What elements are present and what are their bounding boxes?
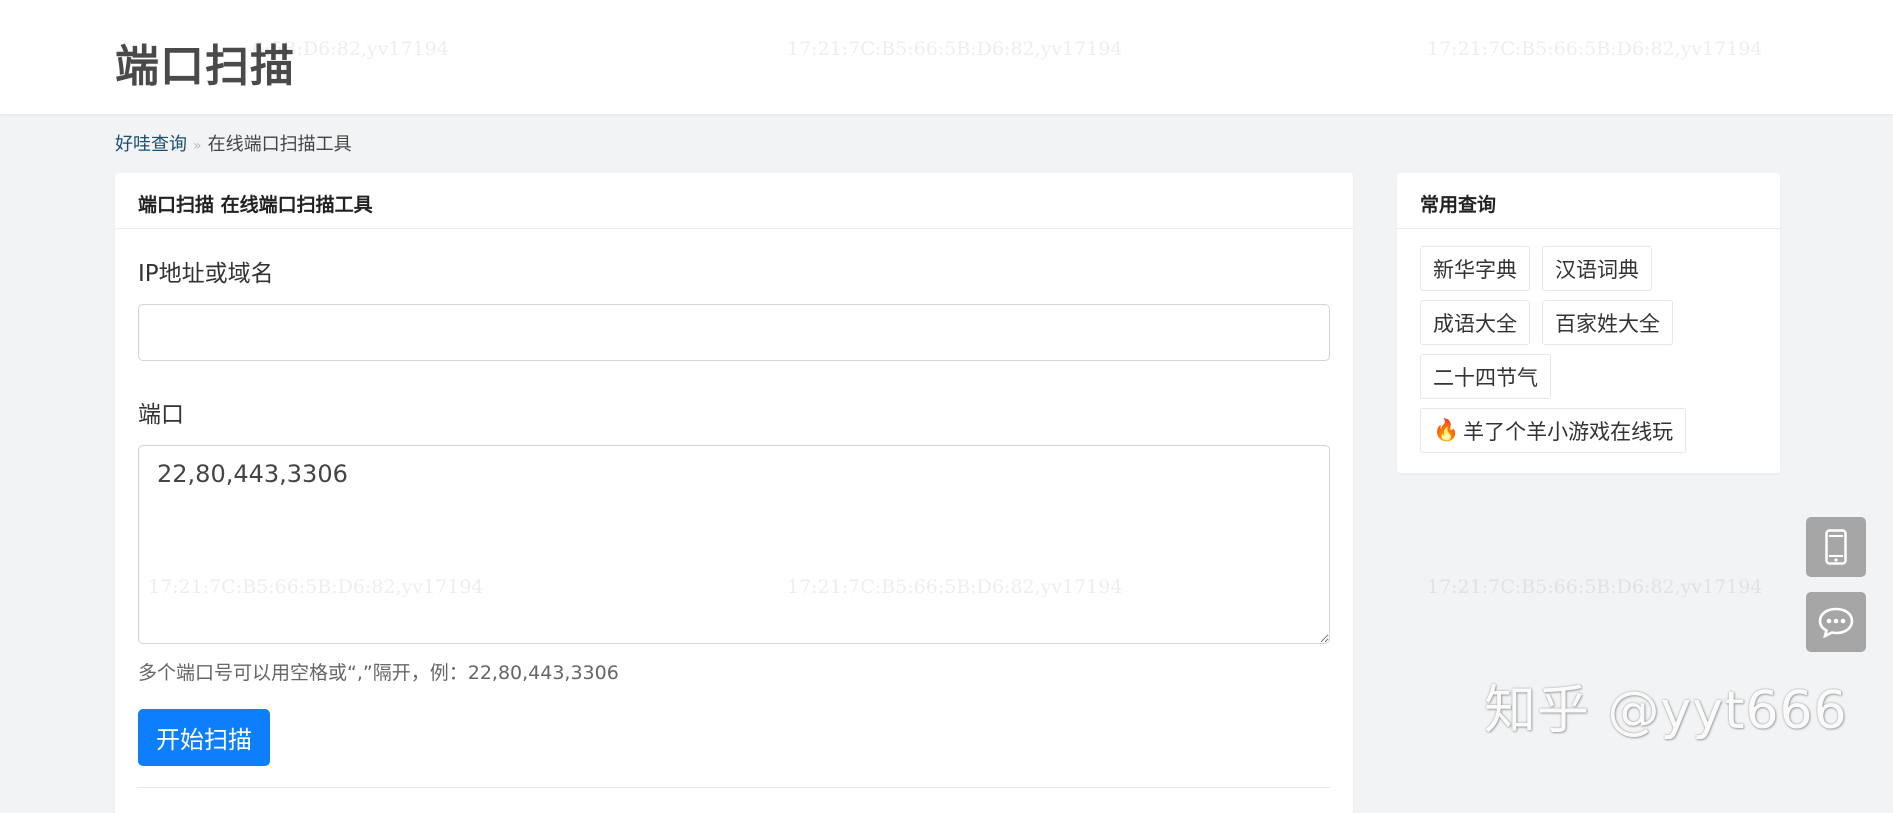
breadcrumb: 好哇查询 » 在线端口扫描工具 — [115, 130, 352, 156]
fire-icon: 🔥 — [1433, 418, 1460, 442]
breadcrumb-separator: » — [193, 138, 202, 154]
watermark-text: 17:21:7C:B5:66:5B:D6:82,yv17194 — [1427, 576, 1763, 598]
card-body: IP地址或域名 端口 22,80,443,3306 多个端口号可以用空格或“,”… — [115, 254, 1353, 788]
site-header: 端口扫描 6:5B:D6:82,yv17194 17:21:7C:B5:66:5… — [0, 0, 1893, 114]
tag-idioms[interactable]: 成语大全 — [1420, 300, 1530, 345]
tag-solar-terms[interactable]: 二十四节气 — [1420, 354, 1551, 399]
watermark-text: 17:21:7C:B5:66:5B:D6:82,yv17194 — [1427, 38, 1763, 60]
chat-bubble-icon — [1818, 607, 1854, 638]
tag-sheep-game-label: 羊了个羊小游戏在线玩 — [1463, 419, 1674, 444]
tag-surnames[interactable]: 百家姓大全 — [1542, 300, 1673, 345]
port-scan-card: 端口扫描 在线端口扫描工具 IP地址或域名 端口 22,80,443,3306 … — [115, 173, 1353, 813]
zhihu-watermark: 知乎 @yyt666 — [1484, 681, 1848, 741]
card-divider — [138, 787, 1330, 788]
tag-chinese-dictionary[interactable]: 汉语词典 — [1542, 246, 1652, 291]
tag-sheep-game[interactable]: 🔥 羊了个羊小游戏在线玩 — [1420, 408, 1687, 453]
ip-label: IP地址或域名 — [138, 261, 274, 287]
common-queries-card: 常用查询 新华字典 汉语词典 成语大全 百家姓大全 二十四节气 🔥 羊了个羊小游戏… — [1397, 173, 1780, 473]
side-card-title: 常用查询 — [1397, 173, 1780, 229]
ip-input[interactable] — [138, 304, 1330, 361]
watermark-text: 17:21:7C:B5:66:5B:D6:82,yv17194 — [787, 38, 1123, 60]
mobile-phone-button[interactable] — [1806, 517, 1866, 577]
port-hint: 多个端口号可以用空格或“,”隔开，例：22,80,443,3306 — [138, 662, 619, 684]
feedback-button[interactable] — [1806, 592, 1866, 652]
start-scan-button[interactable]: 开始扫描 — [138, 709, 270, 766]
tag-list: 新华字典 汉语词典 成语大全 百家姓大全 二十四节气 🔥 羊了个羊小游戏在线玩 — [1397, 229, 1780, 462]
breadcrumb-home-link[interactable]: 好哇查询 — [115, 134, 187, 155]
port-label: 端口 — [138, 402, 184, 428]
mobile-phone-icon — [1825, 529, 1847, 565]
breadcrumb-current: 在线端口扫描工具 — [207, 134, 352, 155]
site-title: 端口扫描 — [115, 41, 295, 92]
port-textarea[interactable]: 22,80,443,3306 — [138, 445, 1330, 644]
tag-xinhua-dictionary[interactable]: 新华字典 — [1420, 246, 1530, 291]
card-title: 端口扫描 在线端口扫描工具 — [115, 173, 1353, 229]
